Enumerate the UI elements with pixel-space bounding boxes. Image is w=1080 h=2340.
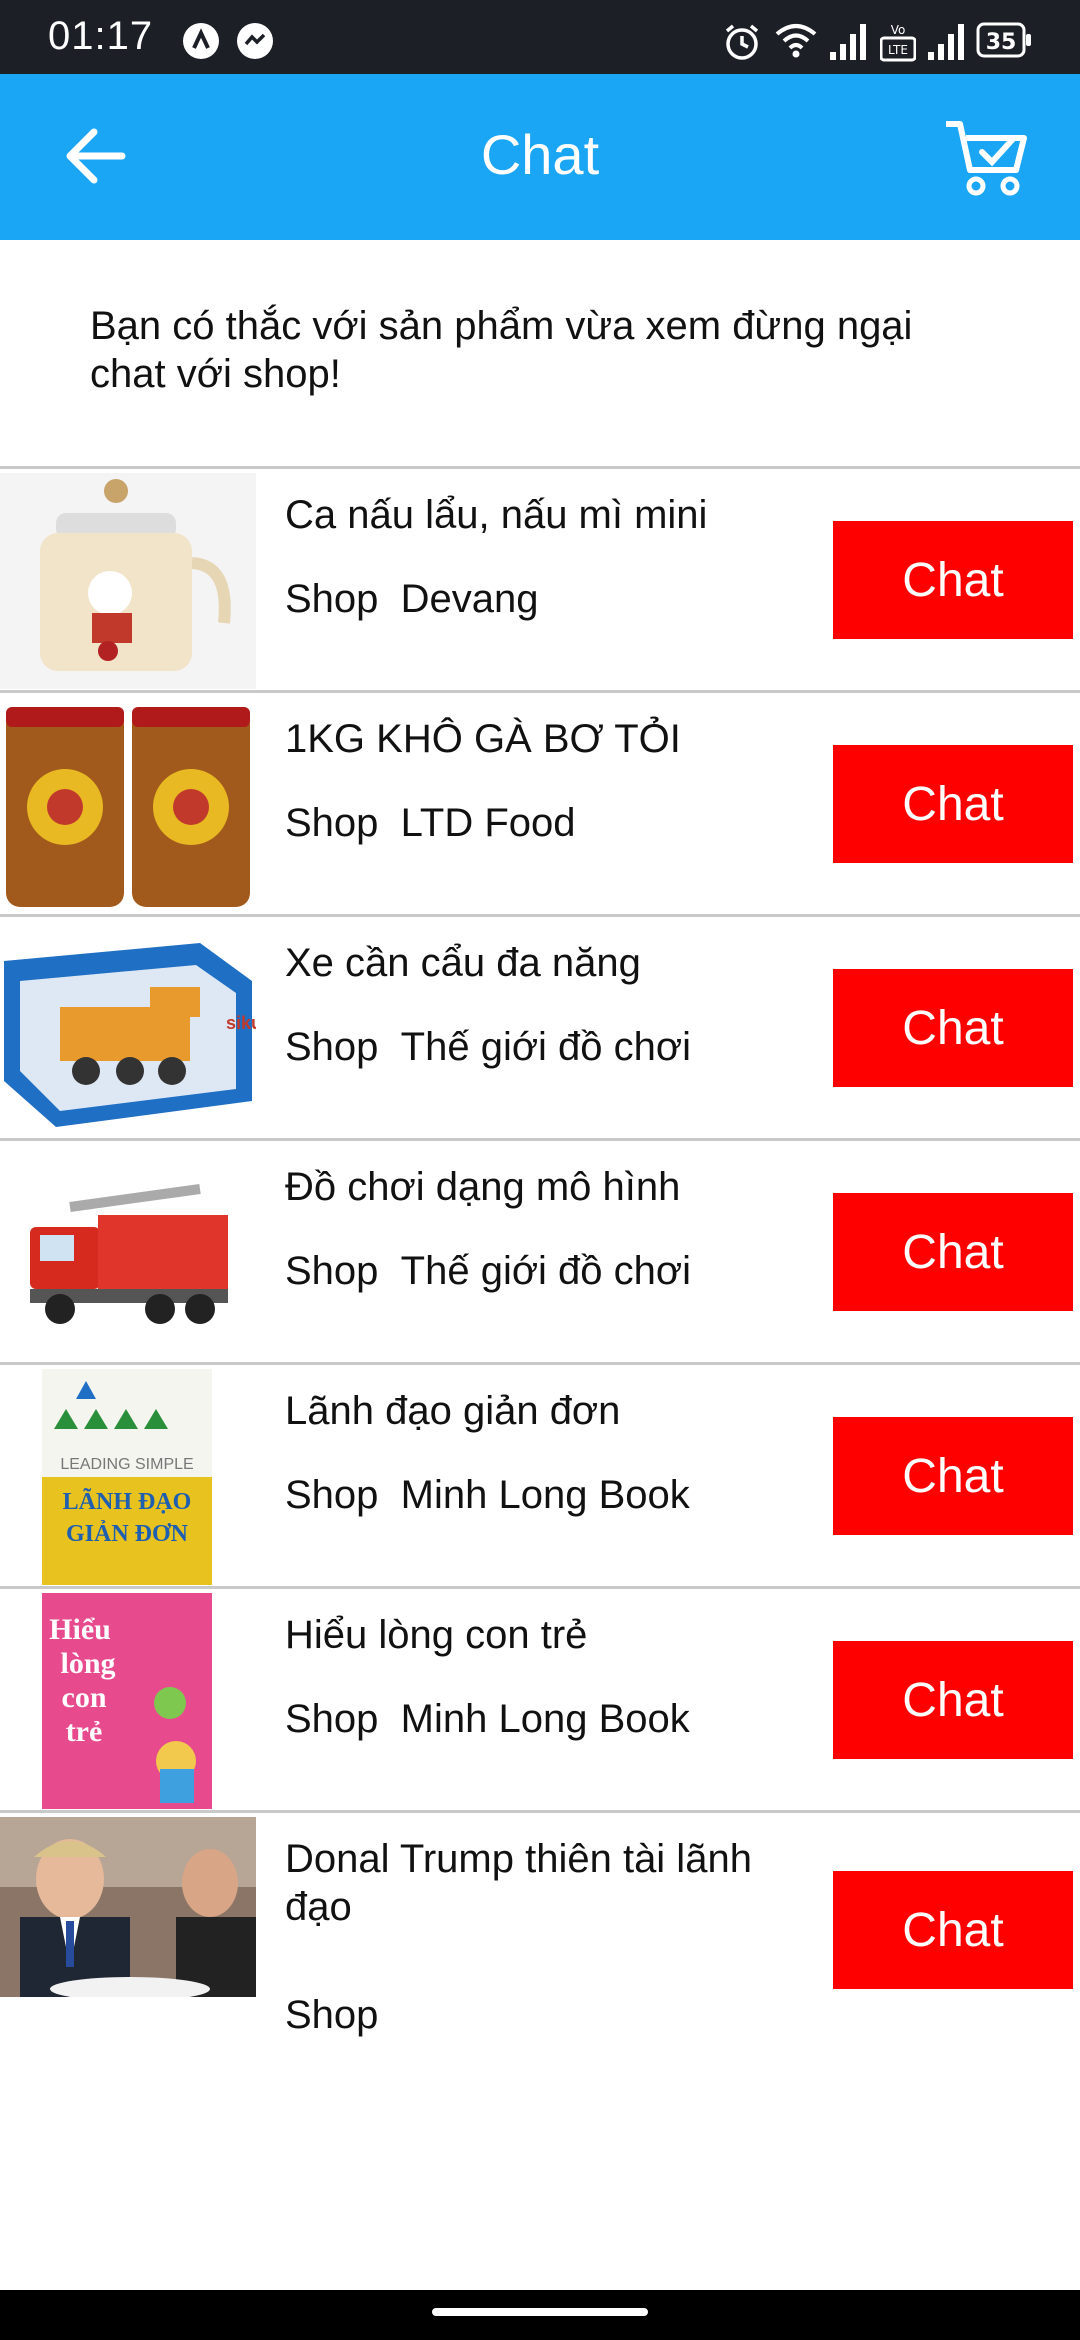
shop-line: Shop Thế giới đồ chơi: [285, 1025, 691, 1070]
signal-icon: [830, 24, 866, 60]
shop-line: Shop Devang: [285, 577, 539, 622]
product-image-chicken-jars: [0, 697, 256, 913]
battery-icon: 35: [976, 22, 1031, 58]
shop-name: Thế giới đồ chơi: [400, 1025, 692, 1069]
product-name: Donal Trump thiên tài lãnh đạo: [285, 1837, 752, 1929]
product-name: Hiểu lòng con trẻ: [285, 1613, 588, 1657]
product-image-photo: [0, 1817, 256, 1997]
shop-name: Minh Long Book: [400, 1473, 690, 1517]
toy-brand: siku: [226, 1013, 256, 1033]
book-cover-subtitle: LEADING SIMPLE: [60, 1456, 193, 1473]
shop-prefix: Shop: [285, 1249, 379, 1293]
home-gesture-handle[interactable]: [432, 2308, 648, 2316]
product-name: Ca nấu lẩu, nấu mì mini: [285, 493, 708, 537]
product-name: Đồ chơi dạng mô hình: [285, 1165, 681, 1209]
chat-button[interactable]: Chat: [833, 745, 1073, 863]
shop-line: Shop Minh Long Book: [285, 1473, 690, 1518]
status-time: 01:17: [48, 14, 154, 58]
product-image-book-leadership: LEADING SIMPLE LÃNH ĐẠO GIẢN ĐƠN: [0, 1369, 256, 1585]
list-item: Ca nấu lẩu, nấu mì mini Shop Devang Chat: [0, 466, 1080, 690]
volte-icon: Vo LTE: [880, 23, 916, 62]
chat-button[interactable]: Chat: [833, 969, 1073, 1087]
wifi-icon: [775, 24, 817, 58]
book-cover-title: trẻ: [66, 1715, 103, 1748]
book-cover-title: Hiểu: [49, 1613, 111, 1646]
intro-message: Bạn có thắc với sản phẩm vừa xem đừng ng…: [90, 304, 913, 396]
book-cover-title: lòng: [60, 1647, 115, 1680]
messenger-notification-icon: [237, 23, 273, 59]
list-item: siku Xe cần cẩu đa năng Shop Thế giới đồ…: [0, 914, 1080, 1138]
battery-level: 35: [986, 30, 1017, 55]
product-list: Ca nấu lẩu, nấu mì mini Shop Devang Chat…: [0, 466, 1080, 2042]
shop-line: Shop LTD Food: [285, 801, 576, 846]
list-item: Đồ chơi dạng mô hình Shop Thế giới đồ ch…: [0, 1138, 1080, 1362]
list-item: 1KG KHÔ GÀ BƠ TỎI Shop LTD Food Chat: [0, 690, 1080, 914]
chat-button[interactable]: Chat: [833, 1193, 1073, 1311]
shop-name: Minh Long Book: [400, 1697, 690, 1741]
shop-name: LTD Food: [400, 801, 576, 845]
shop-prefix: Shop: [285, 801, 379, 845]
app-bar: Chat: [0, 74, 1080, 240]
product-image-crane-truck: siku: [0, 921, 256, 1137]
product-image-fire-truck: [0, 1145, 256, 1361]
status-bar: 01:17 Vo LTE 35: [0, 0, 1080, 74]
chat-button[interactable]: Chat: [833, 1641, 1073, 1759]
chat-button[interactable]: Chat: [833, 521, 1073, 639]
system-nav-bar: [0, 2290, 1080, 2340]
product-name: Xe cần cẩu đa năng: [285, 941, 641, 985]
product-image-book-children: Hiểu lòng con trẻ: [0, 1593, 256, 1809]
shop-name: Devang: [400, 577, 539, 621]
shop-prefix: Shop: [285, 577, 379, 621]
chat-button[interactable]: Chat: [833, 1871, 1073, 1989]
shop-line: Shop: [285, 1993, 401, 2038]
alarm-icon: [725, 24, 759, 60]
page-title: Chat: [480, 123, 600, 186]
shop-name: Thế giới đồ chơi: [400, 1249, 692, 1293]
book-cover-title: LÃNH ĐẠO: [63, 1489, 192, 1515]
app-notification-icon: [183, 23, 219, 59]
shop-prefix: Shop: [285, 1473, 379, 1517]
product-name: Lãnh đạo giản đơn: [285, 1389, 621, 1433]
list-item: LEADING SIMPLE LÃNH ĐẠO GIẢN ĐƠN Lãnh đạ…: [0, 1362, 1080, 1586]
shop-line: Shop Minh Long Book: [285, 1697, 690, 1742]
shop-prefix: Shop: [285, 1993, 379, 2037]
signal-icon: [928, 24, 964, 60]
list-item: Hiểu lòng con trẻ Hiểu lòng con trẻ Shop…: [0, 1586, 1080, 1810]
chat-button[interactable]: Chat: [833, 1417, 1073, 1535]
product-name: 1KG KHÔ GÀ BƠ TỎI: [285, 717, 681, 761]
product-image-hotpot: [0, 473, 256, 689]
svg-text:Vo: Vo: [891, 23, 906, 37]
book-cover-title: con: [62, 1681, 107, 1714]
book-cover-title: GIẢN ĐƠN: [66, 1521, 189, 1547]
shop-prefix: Shop: [285, 1697, 379, 1741]
shop-line: Shop Thế giới đồ chơi: [285, 1249, 691, 1294]
shopping-cart-icon[interactable]: [940, 112, 1030, 202]
shop-prefix: Shop: [285, 1025, 379, 1069]
list-item: Donal Trump thiên tài lãnh đạo Shop Chat: [0, 1810, 1080, 2042]
svg-text:LTE: LTE: [888, 43, 908, 57]
